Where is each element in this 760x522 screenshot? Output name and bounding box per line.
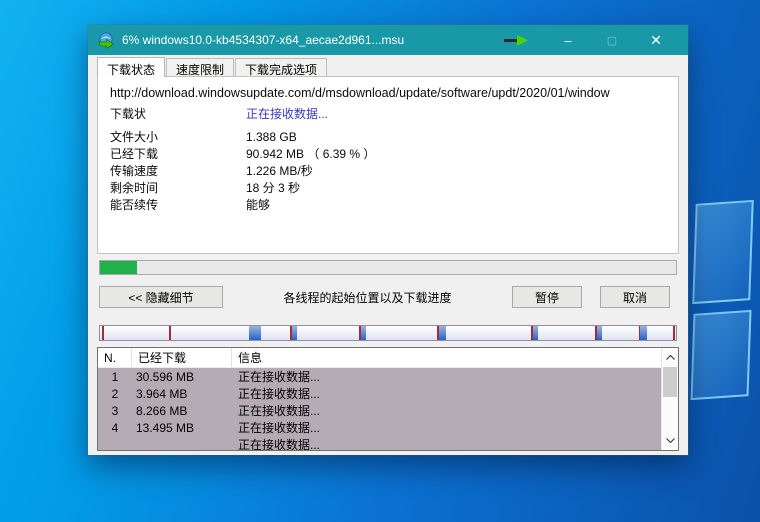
close-button[interactable]: ✕: [634, 25, 678, 55]
thread-start-marker: [169, 326, 171, 340]
scroll-up-icon[interactable]: [662, 349, 678, 366]
cell-downloaded: 13.495 MB: [132, 421, 232, 435]
cell-info: 正在接收数据...: [232, 419, 661, 436]
thread-start-marker: [102, 326, 104, 340]
windows-logo-pane-top: [692, 200, 753, 304]
status-value: 90.942 MB （ 6.39 % ）: [246, 146, 375, 163]
status-value: 1.388 GB: [246, 129, 297, 146]
table-row[interactable]: 23.964 MB正在接收数据...: [98, 385, 661, 402]
scroll-down-icon[interactable]: [662, 432, 678, 449]
thread-start-marker: [673, 326, 675, 340]
windows-logo-pane-bottom: [690, 310, 751, 400]
thread-downloaded-chunk: [597, 326, 602, 340]
status-row: 下载状正在接收数据...: [110, 106, 678, 123]
table-column-header[interactable]: 已经下载: [132, 348, 232, 367]
thread-downloaded-chunk: [640, 326, 647, 340]
download-url: http://download.windowsupdate.com/d/msdo…: [110, 86, 678, 100]
tab-3[interactable]: 下载完成选项: [235, 58, 327, 76]
status-label: 文件大小: [110, 129, 246, 146]
cell-downloaded: 30.596 MB: [132, 370, 232, 384]
cell-info: 正在接收数据...: [232, 368, 661, 385]
download-progress-bar: [99, 260, 677, 275]
status-label: 已经下载: [110, 146, 246, 163]
tab-strip: 下载状态速度限制下载完成选项: [97, 57, 688, 76]
cell-info: 正在接收数据...: [232, 436, 661, 450]
cell-thread-number: 4: [98, 421, 132, 435]
status-label: 下载状: [110, 106, 246, 123]
titlebar[interactable]: 6% windows10.0-kb4534307-x64_aecae2d961.…: [88, 25, 688, 55]
status-value: 18 分 3 秒: [246, 180, 300, 197]
download-status-panel: http://download.windowsupdate.com/d/msdo…: [97, 76, 679, 254]
window-title: 6% windows10.0-kb4534307-x64_aecae2d961.…: [122, 33, 404, 47]
threads-caption: 各线程的起始位置以及下载进度: [223, 289, 512, 306]
green-arrow-icon: [504, 35, 528, 46]
status-value: 1.226 MB/秒: [246, 163, 313, 180]
tab-2[interactable]: 速度限制: [166, 58, 234, 76]
download-progress-fill: [100, 261, 137, 274]
cell-thread-number: 3: [98, 404, 132, 418]
pause-button[interactable]: 暂停: [512, 286, 582, 308]
table-row[interactable]: 413.495 MB正在接收数据...: [98, 419, 661, 436]
table-row-partial[interactable]: 正在接收数据...: [98, 436, 661, 450]
status-row: 传输速度1.226 MB/秒: [110, 163, 678, 180]
status-row: 文件大小1.388 GB: [110, 129, 678, 146]
cell-thread-number: 2: [98, 387, 132, 401]
tab-1[interactable]: 下载状态: [97, 57, 165, 77]
cell-thread-number: 1: [98, 370, 132, 384]
status-label: 剩余时间: [110, 180, 246, 197]
cell-info: 正在接收数据...: [232, 385, 661, 402]
thread-downloaded-chunk: [361, 326, 366, 340]
thread-downloaded-chunk: [249, 326, 262, 340]
status-row: 能否续传能够: [110, 197, 678, 214]
idm-logo-icon: [97, 31, 115, 49]
thread-downloaded-chunk: [533, 326, 538, 340]
desktop: { "titlebar": { "title": "6% windows10.0…: [0, 0, 760, 522]
cell-info: 正在接收数据...: [232, 402, 661, 419]
status-label: 传输速度: [110, 163, 246, 180]
status-rows: 下载状正在接收数据...文件大小1.388 GB已经下载90.942 MB （ …: [110, 106, 678, 214]
table-column-header[interactable]: N.: [98, 348, 132, 367]
status-value: 能够: [246, 197, 270, 214]
cancel-button[interactable]: 取消: [600, 286, 670, 308]
table-column-header[interactable]: 信息: [232, 348, 661, 367]
maximize-button[interactable]: ▢: [590, 25, 634, 55]
thread-downloaded-chunk: [439, 326, 446, 340]
scrollbar-thumb[interactable]: [663, 367, 677, 397]
idm-download-window: 6% windows10.0-kb4534307-x64_aecae2d961.…: [88, 25, 688, 455]
threads-table: N.已经下载信息 130.596 MB正在接收数据...23.964 MB正在接…: [97, 347, 679, 451]
table-scrollbar[interactable]: [661, 348, 678, 450]
cell-downloaded: 8.266 MB: [132, 404, 232, 418]
thread-progress-bar: [99, 325, 677, 341]
table-body: 130.596 MB正在接收数据...23.964 MB正在接收数据...38.…: [98, 368, 661, 450]
minimize-button[interactable]: –: [546, 25, 590, 55]
table-header-row: N.已经下载信息: [98, 348, 661, 368]
status-row: 已经下载90.942 MB （ 6.39 % ）: [110, 146, 678, 163]
hide-details-button[interactable]: << 隐藏细节: [99, 286, 223, 308]
action-row: << 隐藏细节 各线程的起始位置以及下载进度 暂停 取消: [99, 286, 677, 308]
table-row[interactable]: 130.596 MB正在接收数据...: [98, 368, 661, 385]
status-row: 剩余时间18 分 3 秒: [110, 180, 678, 197]
table-row[interactable]: 38.266 MB正在接收数据...: [98, 402, 661, 419]
status-value: 正在接收数据...: [246, 106, 328, 123]
thread-downloaded-chunk: [292, 326, 297, 340]
status-label: 能否续传: [110, 197, 246, 214]
cell-downloaded: 3.964 MB: [132, 387, 232, 401]
